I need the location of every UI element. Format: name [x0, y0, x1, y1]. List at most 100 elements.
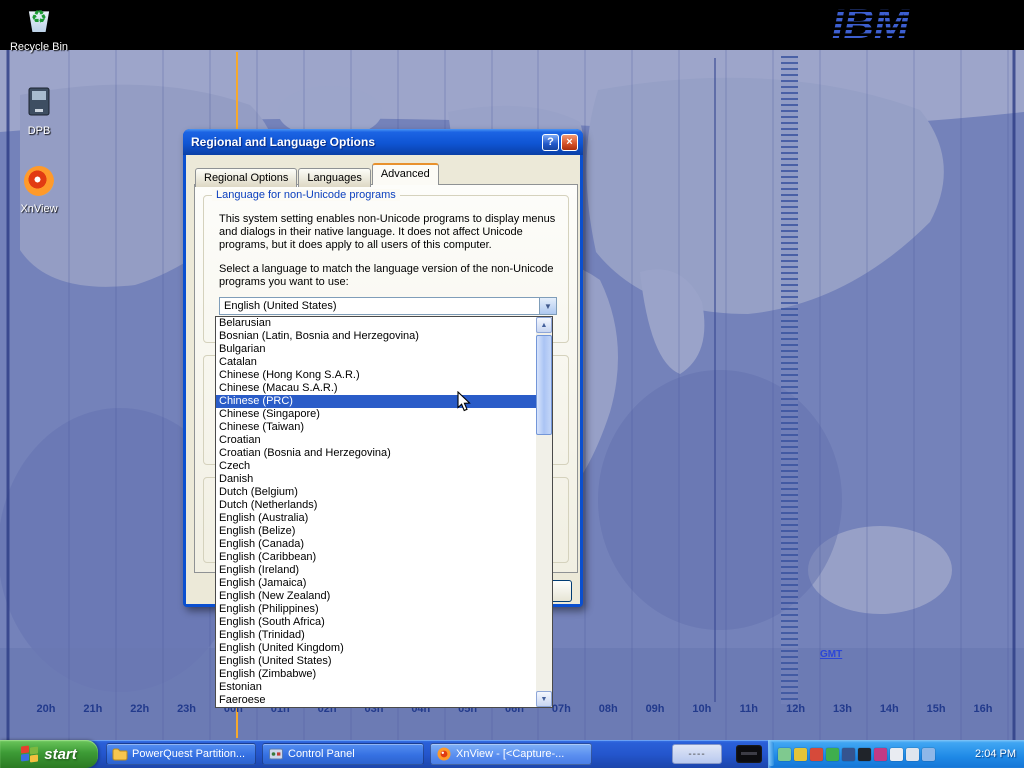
task-label: Control Panel	[288, 748, 355, 760]
windows-logo-icon	[21, 746, 39, 762]
language-option[interactable]: Bulgarian	[216, 343, 536, 356]
language-option[interactable]: English (Ireland)	[216, 564, 536, 577]
dropdown-scrollbar[interactable]: ▲ ▼	[536, 317, 552, 707]
tray-icon-6[interactable]	[858, 748, 871, 761]
desktop-icon-xnview[interactable]: XnView	[4, 166, 74, 215]
control-panel-icon	[268, 747, 284, 761]
start-label: start	[44, 746, 77, 763]
hour-label: 22h	[130, 703, 149, 715]
help-button[interactable]: ?	[542, 134, 559, 151]
xnview-icon	[24, 166, 54, 196]
hour-label: 12h	[786, 703, 805, 715]
icon-label: DPB	[4, 125, 74, 137]
tray-icon-7[interactable]	[874, 748, 887, 761]
language-option[interactable]: English (United Kingdom)	[216, 642, 536, 655]
language-option[interactable]: Chinese (PRC)	[216, 395, 536, 408]
mouse-cursor	[457, 391, 472, 412]
combobox-dropdown-button[interactable]: ▼	[539, 298, 556, 314]
language-option[interactable]: Estonian	[216, 681, 536, 694]
taskbar-button-powerquest[interactable]: PowerQuest Partition...	[106, 743, 256, 765]
language-option[interactable]: English (New Zealand)	[216, 590, 536, 603]
tray-icons	[778, 748, 935, 761]
hour-label: 15h	[927, 703, 946, 715]
svg-text:IBM: IBM	[832, 0, 910, 47]
icon-label: Recycle Bin	[4, 41, 74, 53]
dialog-title: Regional and Language Options	[191, 135, 540, 149]
desktop-icon-recycle-bin[interactable]: ♻ Recycle Bin	[4, 4, 74, 53]
scroll-up-button[interactable]: ▲	[536, 317, 552, 333]
tray-icon-3[interactable]	[810, 748, 823, 761]
language-option[interactable]: Chinese (Hong Kong S.A.R.)	[216, 369, 536, 382]
dialog-titlebar[interactable]: Regional and Language Options ? ×	[183, 129, 583, 155]
instruction-text: Select a language to match the language …	[219, 263, 564, 289]
task-label: PowerQuest Partition...	[132, 748, 245, 760]
taskbar-clock[interactable]: 2:04 PM	[975, 740, 1016, 768]
system-tray: 2:04 PM	[768, 740, 1024, 768]
tray-icon-10[interactable]	[922, 748, 935, 761]
language-option[interactable]: Danish	[216, 473, 536, 486]
language-option[interactable]: English (Trinidad)	[216, 629, 536, 642]
tab-advanced[interactable]: Advanced	[372, 163, 439, 185]
language-option[interactable]: English (United States)	[216, 655, 536, 668]
scroll-down-button[interactable]: ▼	[536, 691, 552, 707]
hour-label: 13h	[833, 703, 852, 715]
hour-label: 20h	[37, 703, 56, 715]
language-option[interactable]: Chinese (Macau S.A.R.)	[216, 382, 536, 395]
language-option[interactable]: English (Zimbabwe)	[216, 668, 536, 681]
language-option[interactable]: English (South Africa)	[216, 616, 536, 629]
hour-label: 09h	[646, 703, 665, 715]
taskbar-mini-button[interactable]: ----	[672, 744, 722, 764]
close-button[interactable]: ×	[561, 134, 578, 151]
desktop-icon-dpb[interactable]: DPB	[4, 86, 74, 137]
language-option[interactable]: English (Jamaica)	[216, 577, 536, 590]
language-option[interactable]: Dutch (Netherlands)	[216, 499, 536, 512]
language-option[interactable]: Croatian	[216, 434, 536, 447]
language-option[interactable]: Dutch (Belgium)	[216, 486, 536, 499]
language-option[interactable]: Chinese (Taiwan)	[216, 421, 536, 434]
tab-strip: Regional Options Languages Advanced	[195, 163, 440, 185]
tray-icon-9[interactable]	[906, 748, 919, 761]
group-title: Language for non-Unicode programs	[212, 189, 400, 201]
desktop: 20h21h22h23h00h01h02h03h04h05h06h07h08h0…	[0, 0, 1024, 768]
language-option[interactable]: Faeroese	[216, 694, 536, 707]
language-option[interactable]: English (Caribbean)	[216, 551, 536, 564]
recycle-bin-icon: ♻	[25, 4, 53, 34]
language-option[interactable]: Belarusian	[216, 317, 536, 330]
language-combobox[interactable]: English (United States) ▼	[219, 297, 557, 315]
taskbar-button-control-panel[interactable]: Control Panel	[262, 743, 424, 765]
tray-divider	[769, 742, 774, 766]
language-option[interactable]: Czech	[216, 460, 536, 473]
tab-regional-options[interactable]: Regional Options	[195, 168, 297, 187]
drive-icon	[22, 86, 56, 123]
hour-label: 11h	[740, 703, 758, 715]
language-option[interactable]: Chinese (Singapore)	[216, 408, 536, 421]
task-label: XnView - [<Capture-...	[456, 748, 564, 760]
tray-icon-5[interactable]	[842, 748, 855, 761]
tray-icon-1[interactable]	[778, 748, 791, 761]
hour-label: 08h	[599, 703, 618, 715]
gmt-label: GMT	[820, 649, 842, 660]
language-option[interactable]: English (Belize)	[216, 525, 536, 538]
language-option[interactable]: English (Philippines)	[216, 603, 536, 616]
scrollbar-thumb[interactable]	[536, 335, 552, 435]
combobox-value: English (United States)	[220, 300, 539, 312]
hour-label: 07h	[552, 703, 571, 715]
language-option[interactable]: Bosnian (Latin, Bosnia and Herzegovina)	[216, 330, 536, 343]
taskbar-black-tool-icon[interactable]	[736, 745, 762, 763]
tray-icon-8[interactable]	[890, 748, 903, 761]
hour-label: 16h	[974, 703, 993, 715]
hour-label: 10h	[692, 703, 711, 715]
tray-icon-2[interactable]	[794, 748, 807, 761]
hour-label: 14h	[880, 703, 899, 715]
language-list: BelarusianBosnian (Latin, Bosnia and Her…	[216, 317, 536, 707]
start-button[interactable]: start	[0, 740, 98, 768]
xnview-icon	[436, 746, 452, 762]
language-option[interactable]: Croatian (Bosnia and Herzegovina)	[216, 447, 536, 460]
language-option[interactable]: English (Canada)	[216, 538, 536, 551]
tab-languages[interactable]: Languages	[298, 168, 370, 187]
icon-label: XnView	[4, 203, 74, 215]
taskbar-button-xnview[interactable]: XnView - [<Capture-...	[430, 743, 592, 765]
language-option[interactable]: English (Australia)	[216, 512, 536, 525]
language-option[interactable]: Catalan	[216, 356, 536, 369]
tray-icon-4[interactable]	[826, 748, 839, 761]
